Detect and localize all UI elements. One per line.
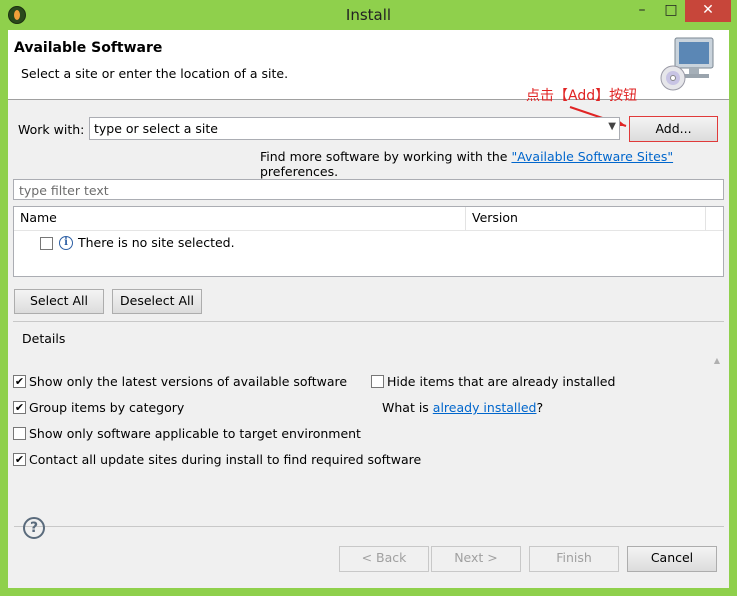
details-section: Details ▲ xyxy=(13,321,724,370)
deselect-all-button[interactable]: Deselect All xyxy=(112,289,202,314)
applicable-only-label: Show only software applicable to target … xyxy=(29,426,361,441)
info-icon: i xyxy=(59,236,73,250)
column-version-header[interactable]: Version xyxy=(466,207,706,231)
minimize-button[interactable]: – xyxy=(628,0,656,22)
install-window: Install – □ ✕ Available Software Select … xyxy=(0,0,737,596)
work-with-value: type or select a site xyxy=(94,121,218,136)
software-table: Name Version i There is no site selected… xyxy=(13,206,724,277)
latest-versions-checkbox[interactable]: ✔ xyxy=(13,375,26,388)
latest-versions-label: Show only the latest versions of availab… xyxy=(29,374,348,389)
close-button[interactable]: ✕ xyxy=(685,0,731,22)
what-is-prefix: What is xyxy=(382,400,433,415)
row-checkbox[interactable] xyxy=(40,237,53,250)
window-title: Install xyxy=(345,6,392,24)
work-with-combo[interactable]: type or select a site ▼ xyxy=(89,117,620,140)
already-installed-link[interactable]: already installed xyxy=(433,400,537,415)
hide-installed-label: Hide items that are already installed xyxy=(387,374,616,389)
finish-button[interactable]: Finish xyxy=(529,546,619,572)
row-name: There is no site selected. xyxy=(78,235,235,250)
applicable-only-checkbox[interactable] xyxy=(13,427,26,440)
find-more-prefix: Find more software by working with the xyxy=(260,149,512,164)
find-more-suffix: preferences. xyxy=(260,164,339,179)
title-bar: Install – □ ✕ xyxy=(0,0,737,30)
hide-installed-checkbox[interactable] xyxy=(371,375,384,388)
add-button[interactable]: Add... xyxy=(629,116,718,142)
annotation-text: 点击【Add】按钮 xyxy=(526,88,638,104)
chevron-down-icon[interactable]: ▼ xyxy=(608,121,616,132)
available-sites-link[interactable]: "Available Software Sites" xyxy=(511,149,673,164)
next-button[interactable]: Next > xyxy=(431,546,521,572)
page-description: Select a site or enter the location of a… xyxy=(21,66,289,81)
cancel-button[interactable]: Cancel xyxy=(627,546,717,572)
select-all-button[interactable]: Select All xyxy=(14,289,104,314)
maximize-button[interactable]: □ xyxy=(657,0,685,22)
monitor-cd-icon xyxy=(660,37,714,91)
details-label: Details xyxy=(22,331,66,346)
find-more-text: Find more software by working with the "… xyxy=(260,149,729,179)
back-button[interactable]: < Back xyxy=(339,546,429,572)
filter-input[interactable] xyxy=(17,182,711,199)
filter-field[interactable] xyxy=(13,179,724,200)
scroll-up-icon[interactable]: ▲ xyxy=(714,356,720,365)
dialog-client: Available Software Select a site or ente… xyxy=(8,30,729,588)
column-spacer xyxy=(706,207,723,231)
column-name-header[interactable]: Name xyxy=(14,207,466,231)
contact-sites-label: Contact all update sites during install … xyxy=(29,452,422,467)
work-with-label: Work with: xyxy=(18,122,85,137)
footer-separator xyxy=(14,526,724,527)
group-by-category-checkbox[interactable]: ✔ xyxy=(13,401,26,414)
what-is-text: What is already installed? xyxy=(382,400,543,415)
contact-sites-checkbox[interactable]: ✔ xyxy=(13,453,26,466)
table-row[interactable]: i There is no site selected. xyxy=(14,233,714,253)
help-icon[interactable]: ? xyxy=(23,517,45,539)
what-is-suffix: ? xyxy=(536,400,544,415)
group-by-category-label: Group items by category xyxy=(29,400,185,415)
page-title: Available Software xyxy=(14,40,163,56)
